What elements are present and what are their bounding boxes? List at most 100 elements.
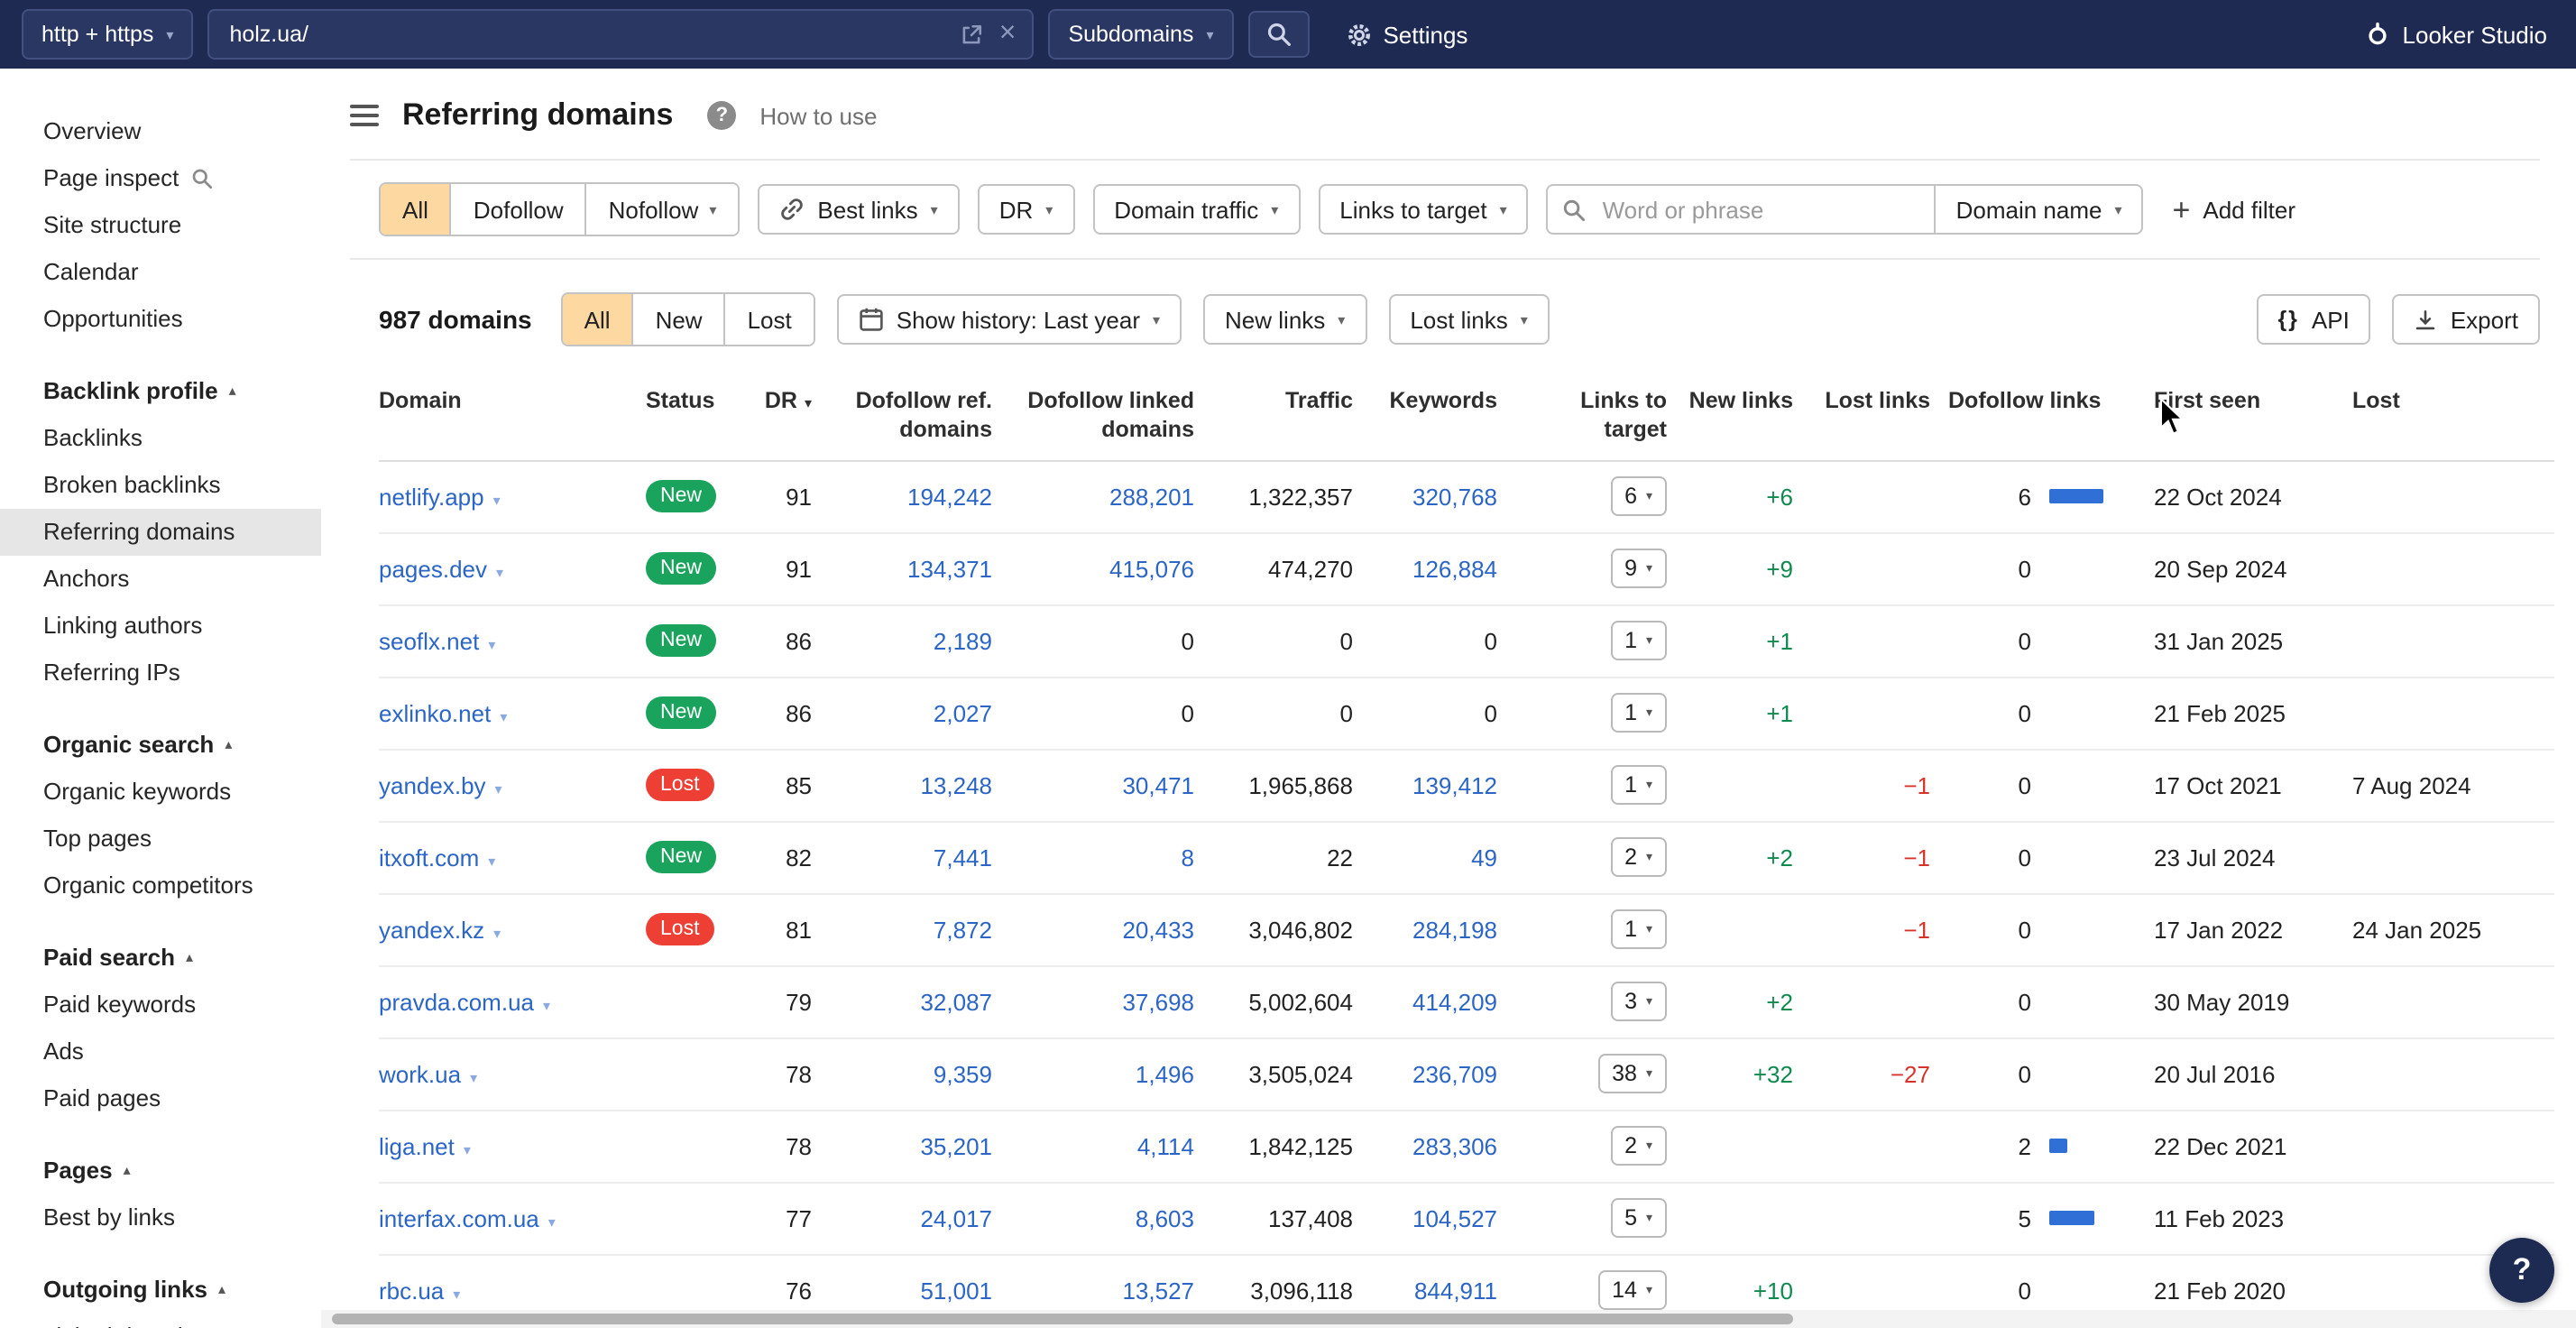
segment-option-all[interactable]: All <box>563 294 634 345</box>
segment-option-new[interactable]: New <box>634 294 726 345</box>
sidebar-item-ads[interactable]: Ads <box>0 1028 321 1075</box>
help-circle-icon[interactable]: ? <box>707 101 736 130</box>
links-to-target-dropdown[interactable]: 5▾ <box>1610 1198 1667 1238</box>
segment-option-lost[interactable]: Lost <box>726 294 814 345</box>
col-header-new_links[interactable]: New links <box>1685 368 1811 460</box>
metric-link[interactable]: 35,201 <box>920 1132 992 1159</box>
chevron-down-icon[interactable]: ▾ <box>488 636 495 652</box>
protocol-dropdown[interactable]: http + https ▾ <box>22 9 193 60</box>
col-header-dofollow_links[interactable]: Dofollow links <box>1948 368 2139 460</box>
clear-icon[interactable]: × <box>999 20 1017 49</box>
metric-link[interactable]: 8 <box>1182 844 1194 871</box>
sidebar-item-site-structure[interactable]: Site structure <box>0 202 321 249</box>
domain-link[interactable]: interfax.com.ua <box>379 1204 539 1231</box>
metric-link[interactable]: 126,884 <box>1412 555 1497 582</box>
horizontal-scrollbar-track[interactable] <box>321 1310 2576 1328</box>
dr-filter[interactable]: DR ▾ <box>978 184 1075 235</box>
col-header-lost[interactable]: Lost <box>2338 368 2554 460</box>
col-header-dr[interactable]: DR▾ <box>754 368 830 460</box>
sidebar-item-calendar[interactable]: Calendar <box>0 249 321 296</box>
metric-link[interactable]: 414,209 <box>1412 988 1497 1015</box>
links-to-target-dropdown[interactable]: 1▾ <box>1610 693 1667 733</box>
sidebar-section-backlink-profile[interactable]: Backlink profile ▴ <box>0 368 321 415</box>
chevron-down-icon[interactable]: ▾ <box>543 997 550 1013</box>
menu-icon[interactable] <box>350 105 379 126</box>
metric-link[interactable]: 104,527 <box>1412 1204 1497 1231</box>
chevron-down-icon[interactable]: ▾ <box>496 564 503 580</box>
chevron-down-icon[interactable]: ▾ <box>488 853 495 869</box>
sidebar-item-linked-domains[interactable]: Linked domains <box>0 1314 321 1328</box>
sidebar-item-overview[interactable]: Overview <box>0 108 321 155</box>
links-to-target-dropdown[interactable]: 2▾ <box>1610 837 1667 877</box>
sidebar-item-broken-backlinks[interactable]: Broken backlinks <box>0 462 321 509</box>
metric-link[interactable]: 288,201 <box>1109 483 1194 510</box>
api-button[interactable]: {} API <box>2256 294 2370 345</box>
sidebar-section-paid-search[interactable]: Paid search ▴ <box>0 935 321 982</box>
export-button[interactable]: Export <box>2393 294 2540 345</box>
col-header-status[interactable]: Status <box>646 368 754 460</box>
links-to-target-dropdown[interactable]: 1▾ <box>1610 621 1667 660</box>
sidebar-item-page-inspect[interactable]: Page inspect <box>0 155 321 202</box>
sidebar-item-organic-competitors[interactable]: Organic competitors <box>0 862 321 909</box>
metric-link[interactable]: 51,001 <box>920 1277 992 1304</box>
sidebar-item-best-by-links[interactable]: Best by links <box>0 1194 321 1241</box>
sidebar-section-pages[interactable]: Pages ▴ <box>0 1148 321 1194</box>
col-header-dofollow_linked[interactable]: Dofollow linked domains <box>1010 368 1212 460</box>
sidebar-section-organic-search[interactable]: Organic search ▴ <box>0 722 321 769</box>
domain-link[interactable]: rbc.ua <box>379 1277 444 1304</box>
metric-link[interactable]: 13,248 <box>920 771 992 798</box>
segment-option-nofollow[interactable]: Nofollow ▾ <box>587 184 739 235</box>
domain-link[interactable]: liga.net <box>379 1132 455 1159</box>
col-header-lost_links[interactable]: Lost links <box>1811 368 1948 460</box>
domain-link[interactable]: exlinko.net <box>379 699 491 726</box>
search-button[interactable] <box>1247 11 1309 58</box>
segment-option-dofollow[interactable]: Dofollow <box>452 184 587 235</box>
search-field-dropdown[interactable]: Domain name ▾ <box>1937 184 2144 235</box>
add-filter-button[interactable]: + Add filter <box>2162 192 2307 226</box>
metric-link[interactable]: 415,076 <box>1109 555 1194 582</box>
sidebar-item-backlinks[interactable]: Backlinks <box>0 415 321 462</box>
links-to-target-filter[interactable]: Links to target ▾ <box>1318 184 1528 235</box>
metric-link[interactable]: 13,527 <box>1122 1277 1194 1304</box>
col-header-traffic[interactable]: Traffic <box>1212 368 1371 460</box>
metric-link[interactable]: 37,698 <box>1122 988 1194 1015</box>
metric-link[interactable]: 139,412 <box>1412 771 1497 798</box>
lost-links-dropdown[interactable]: Lost links ▾ <box>1388 294 1549 345</box>
metric-link[interactable]: 24,017 <box>920 1204 992 1231</box>
links-to-target-dropdown[interactable]: 6▾ <box>1610 476 1667 516</box>
links-to-target-dropdown[interactable]: 1▾ <box>1610 765 1667 805</box>
metric-link[interactable]: 283,306 <box>1412 1132 1497 1159</box>
metric-link[interactable]: 32,087 <box>920 988 992 1015</box>
word-search-input[interactable] <box>1599 194 1920 225</box>
settings-button[interactable]: Settings <box>1345 21 1467 48</box>
chevron-down-icon[interactable]: ▾ <box>464 1141 471 1157</box>
metric-link[interactable]: 194,242 <box>907 483 992 510</box>
sidebar-item-paid-pages[interactable]: Paid pages <box>0 1075 321 1122</box>
domain-link[interactable]: yandex.by <box>379 771 486 798</box>
metric-link[interactable]: 1,496 <box>1136 1060 1194 1087</box>
metric-link[interactable]: 9,359 <box>934 1060 992 1087</box>
metric-link[interactable]: 284,198 <box>1412 916 1497 943</box>
horizontal-scrollbar-thumb[interactable] <box>332 1314 1793 1324</box>
links-to-target-dropdown[interactable]: 38▾ <box>1597 1054 1667 1093</box>
col-header-first_seen[interactable]: First seen <box>2139 368 2338 460</box>
how-to-use-link[interactable]: How to use <box>759 102 877 129</box>
chevron-down-icon[interactable]: ▾ <box>548 1213 556 1230</box>
col-header-links_to_target[interactable]: Links to target <box>1515 368 1685 460</box>
links-to-target-dropdown[interactable]: 3▾ <box>1610 982 1667 1021</box>
chevron-down-icon[interactable]: ▾ <box>470 1069 477 1085</box>
metric-link[interactable]: 7,872 <box>934 916 992 943</box>
domain-link[interactable]: pages.dev <box>379 555 487 582</box>
sidebar-section-outgoing-links[interactable]: Outgoing links ▴ <box>0 1267 321 1314</box>
sidebar-item-paid-keywords[interactable]: Paid keywords <box>0 982 321 1028</box>
domain-link[interactable]: netlify.app <box>379 483 484 510</box>
domain-link[interactable]: itxoft.com <box>379 844 479 871</box>
links-to-target-dropdown[interactable]: 2▾ <box>1610 1126 1667 1166</box>
chevron-down-icon[interactable]: ▾ <box>500 708 507 724</box>
links-to-target-dropdown[interactable]: 14▾ <box>1597 1270 1667 1310</box>
domain-link[interactable]: work.ua <box>379 1060 461 1087</box>
metric-link[interactable]: 320,768 <box>1412 483 1497 510</box>
scope-dropdown[interactable]: Subdomains ▾ <box>1048 9 1233 60</box>
metric-link[interactable]: 134,371 <box>907 555 992 582</box>
metric-link[interactable]: 20,433 <box>1122 916 1194 943</box>
